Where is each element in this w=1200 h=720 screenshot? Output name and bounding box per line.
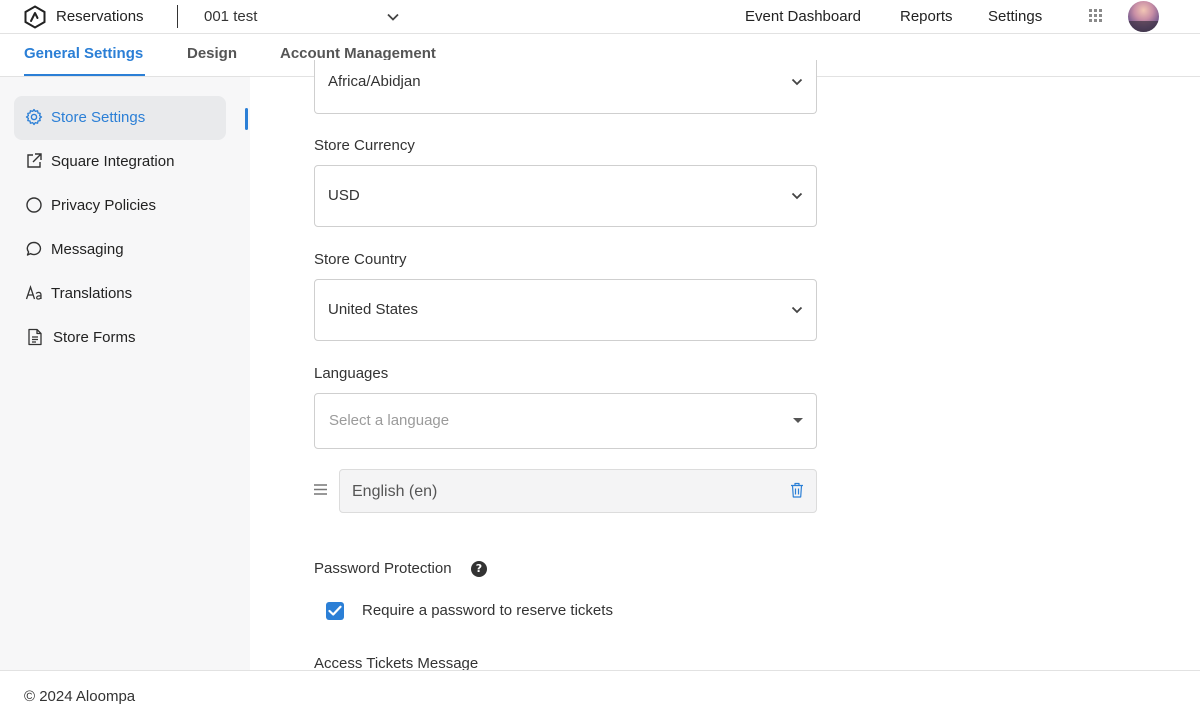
password-protection-label: Password Protection (314, 560, 452, 577)
tab-general-settings[interactable]: General Settings (24, 45, 143, 62)
gear-icon (25, 108, 43, 126)
logo-icon (24, 5, 46, 29)
help-icon[interactable]: ? (471, 561, 487, 577)
copyright-text: © 2024 Aloompa (24, 688, 136, 705)
require-password-label: Require a password to reserve tickets (362, 602, 613, 619)
store-currency-label: Store Currency (314, 137, 415, 154)
app-grid-icon[interactable] (1089, 9, 1103, 23)
top-header: Reservations 001 test Event Dashboard Re… (0, 0, 1200, 34)
nav-event-dashboard[interactable]: Event Dashboard (745, 8, 861, 25)
tab-design[interactable]: Design (187, 45, 237, 62)
sidebar-item-label: Square Integration (51, 153, 175, 170)
chevron-down-icon (387, 13, 399, 21)
header-divider (177, 5, 178, 28)
store-selector[interactable]: 001 test (194, 0, 406, 34)
caret-down-icon (793, 418, 803, 423)
footer: © 2024 Aloompa (0, 670, 1200, 720)
app-name: Reservations (56, 8, 144, 25)
require-password-checkbox[interactable] (326, 602, 344, 620)
nav-reports[interactable]: Reports (900, 8, 953, 25)
checkmark-icon (328, 605, 342, 616)
trash-icon[interactable] (790, 482, 804, 498)
translate-icon (25, 284, 42, 300)
chevron-down-icon (791, 78, 803, 86)
timezone-value: Africa/Abidjan (328, 73, 421, 90)
store-country-select[interactable]: United States (314, 279, 817, 341)
chevron-down-icon (791, 192, 803, 200)
sidebar-item-label: Store Settings (51, 109, 146, 126)
store-name: 001 test (204, 8, 258, 25)
active-section-indicator (245, 108, 248, 130)
avatar[interactable] (1128, 1, 1159, 32)
nav-settings[interactable]: Settings (988, 8, 1042, 25)
store-country-label: Store Country (314, 251, 407, 268)
sidebar-item-privacy-policies[interactable]: Privacy Policies (14, 184, 226, 228)
sidebar-item-label: Messaging (51, 241, 124, 258)
sidebar-item-label: Privacy Policies (51, 197, 157, 214)
drag-handle-icon[interactable] (314, 484, 327, 495)
sidebar-item-square-integration[interactable]: Square Integration (14, 140, 226, 184)
circle-icon (26, 197, 42, 213)
sidebar-item-label: Translations (51, 285, 133, 302)
languages-label: Languages (314, 365, 389, 382)
chevron-down-icon (791, 306, 803, 314)
timezone-select[interactable]: Africa/Abidjan (314, 60, 817, 114)
sidebar-item-store-forms[interactable]: Store Forms (14, 316, 226, 360)
store-currency-value: USD (328, 187, 360, 204)
document-icon (28, 328, 42, 346)
sidebar: Store Settings Square Integration Privac… (0, 77, 250, 670)
store-currency-select[interactable]: USD (314, 165, 817, 227)
store-country-value: United States (328, 301, 419, 318)
language-select[interactable]: Select a language (314, 393, 817, 449)
active-tab-indicator (24, 74, 145, 76)
chat-bubble-icon (26, 241, 42, 256)
sidebar-item-translations[interactable]: Translations (14, 272, 226, 316)
sidebar-item-messaging[interactable]: Messaging (14, 228, 226, 272)
language-item: English (en) (339, 469, 817, 513)
external-link-icon (27, 153, 42, 168)
language-placeholder: Select a language (329, 412, 450, 429)
sidebar-item-store-settings[interactable]: Store Settings (14, 96, 226, 140)
sidebar-item-label: Store Forms (53, 329, 136, 346)
language-item-label: English (en) (352, 483, 438, 500)
